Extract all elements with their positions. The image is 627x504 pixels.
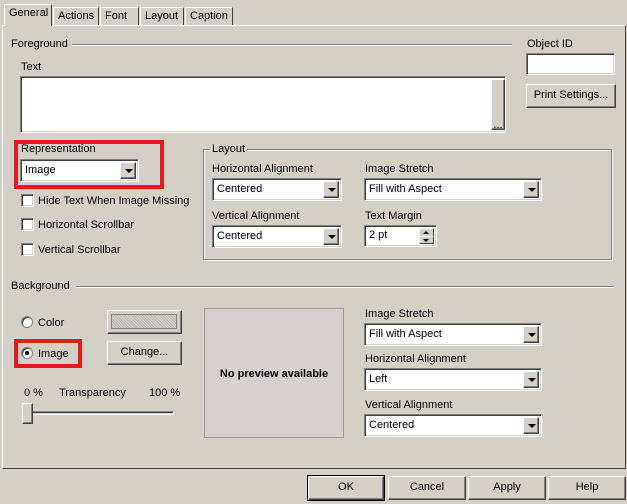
bg-v-align-select[interactable]: Centered (364, 414, 542, 437)
ok-button[interactable]: OK (307, 475, 385, 501)
tab-layout[interactable]: Layout (140, 7, 184, 25)
highlight-box-image (14, 339, 82, 368)
vertical-scrollbar-label: Vertical Scrollbar (38, 244, 121, 256)
bg-image-stretch-select[interactable]: Fill with Aspect (364, 323, 542, 346)
hide-text-checkbox[interactable] (21, 194, 34, 207)
text-margin-input[interactable]: 2 pt (364, 225, 437, 247)
change-image-button[interactable]: Change... (107, 341, 182, 365)
bg-h-align-select[interactable]: Left (364, 368, 542, 391)
spin-down-icon (423, 239, 429, 242)
layout-image-stretch-dropdown-button[interactable] (523, 181, 539, 198)
layout-h-align-dropdown-button[interactable] (323, 181, 339, 198)
color-radio[interactable] (21, 316, 33, 328)
color-swatch (111, 314, 177, 329)
transparency-min-label: 0 % (24, 387, 43, 399)
bg-image-stretch-label: Image Stretch (365, 308, 434, 320)
layout-h-align-label: Horizontal Alignment (212, 163, 313, 175)
chevron-down-icon (528, 188, 536, 192)
horizontal-scrollbar-checkbox[interactable] (21, 218, 34, 231)
bg-v-align-value: Centered (369, 419, 415, 431)
text-margin-spin-down[interactable] (419, 236, 434, 244)
text-ellipsis-button[interactable]: ... (491, 79, 505, 131)
bg-image-stretch-dropdown-button[interactable] (523, 326, 539, 343)
highlight-box-representation (14, 140, 164, 189)
layout-v-align-label: Vertical Alignment (212, 210, 300, 222)
text-margin-label: Text Margin (365, 210, 422, 222)
horizontal-scrollbar-label: Horizontal Scrollbar (38, 219, 134, 231)
bg-h-align-label: Horizontal Alignment (365, 353, 466, 365)
transparency-slider-track[interactable] (24, 411, 174, 415)
chevron-down-icon (328, 235, 336, 239)
bg-image-stretch-value: Fill with Aspect (369, 328, 442, 340)
bg-v-align-dropdown-button[interactable] (523, 417, 539, 434)
text-margin-value: 2 pt (369, 229, 388, 241)
background-image-preview: No preview available (204, 308, 344, 438)
color-radio-label: Color (38, 317, 65, 329)
bg-h-align-dropdown-button[interactable] (523, 371, 539, 388)
layout-image-stretch-value: Fill with Aspect (369, 183, 442, 195)
foreground-section-label: Foreground (11, 38, 68, 50)
layout-v-align-select[interactable]: Centered (212, 225, 342, 248)
transparency-slider-thumb[interactable] (22, 403, 33, 424)
text-field[interactable]: ... (20, 76, 506, 133)
hide-text-label: Hide Text When Image Missing (38, 195, 190, 207)
vertical-scrollbar-checkbox[interactable] (21, 243, 34, 256)
color-swatch-button[interactable] (107, 310, 182, 334)
chevron-down-icon (528, 378, 536, 382)
layout-v-align-dropdown-button[interactable] (323, 228, 339, 245)
bg-h-align-value: Left (369, 373, 388, 385)
object-id-field[interactable] (526, 53, 615, 75)
layout-image-stretch-label: Image Stretch (365, 163, 434, 175)
layout-group-label: Layout (210, 143, 248, 156)
tab-general[interactable]: General (4, 4, 52, 26)
print-settings-button[interactable]: Print Settings... (526, 84, 616, 108)
apply-button[interactable]: Apply (468, 476, 546, 500)
text-label: Text (21, 61, 42, 73)
background-section-label: Background (11, 280, 70, 292)
bg-v-align-label: Vertical Alignment (365, 399, 453, 411)
background-separator (76, 286, 614, 288)
foreground-separator (72, 44, 512, 46)
tab-caption[interactable]: Caption (185, 7, 233, 25)
object-id-label: Object ID (527, 38, 573, 50)
help-button[interactable]: Help (548, 476, 626, 500)
chevron-down-icon (528, 333, 536, 337)
layout-v-align-value: Centered (217, 230, 263, 242)
layout-h-align-value: Centered (217, 183, 263, 195)
layout-image-stretch-select[interactable]: Fill with Aspect (364, 178, 542, 201)
transparency-label: Transparency (59, 387, 126, 399)
cancel-button[interactable]: Cancel (388, 476, 466, 500)
chevron-down-icon (528, 424, 536, 428)
tab-actions[interactable]: Actions (53, 7, 99, 25)
layout-h-align-select[interactable]: Centered (212, 178, 342, 201)
spin-up-icon (423, 231, 429, 234)
preview-text: No preview available (219, 368, 329, 380)
transparency-max-label: 100 % (149, 387, 181, 399)
tab-font[interactable]: Font (100, 7, 139, 25)
chevron-down-icon (328, 188, 336, 192)
